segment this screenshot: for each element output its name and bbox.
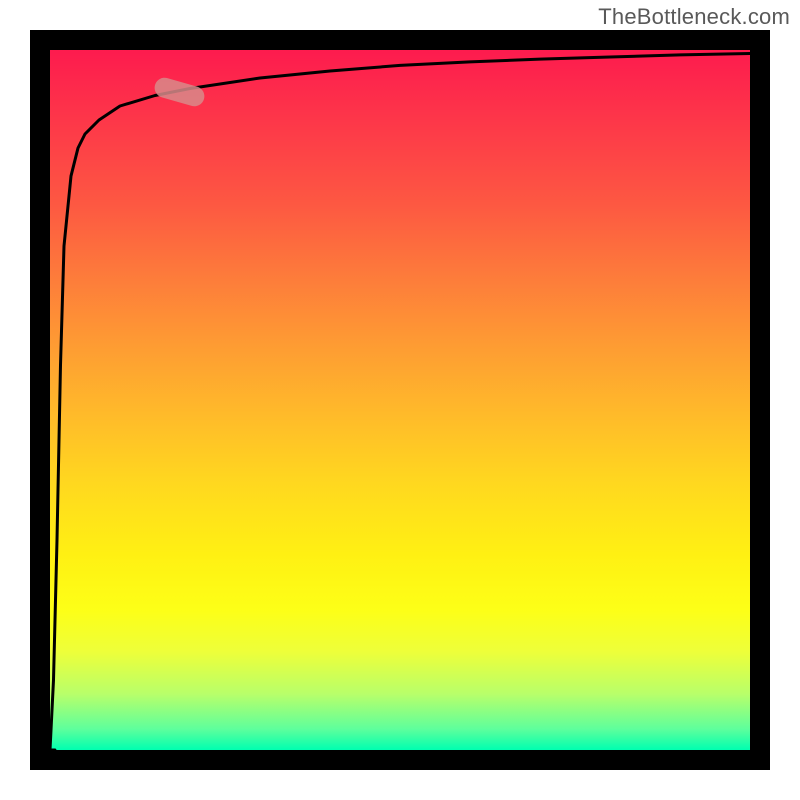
chart-container: TheBottleneck.com: [0, 0, 800, 800]
highlight-marker: [152, 75, 206, 108]
chart-frame: [30, 30, 770, 770]
gradient-plot-area: [50, 50, 750, 750]
curve-path: [50, 54, 750, 751]
attribution-text: TheBottleneck.com: [598, 4, 790, 30]
curve-svg: [50, 50, 750, 750]
